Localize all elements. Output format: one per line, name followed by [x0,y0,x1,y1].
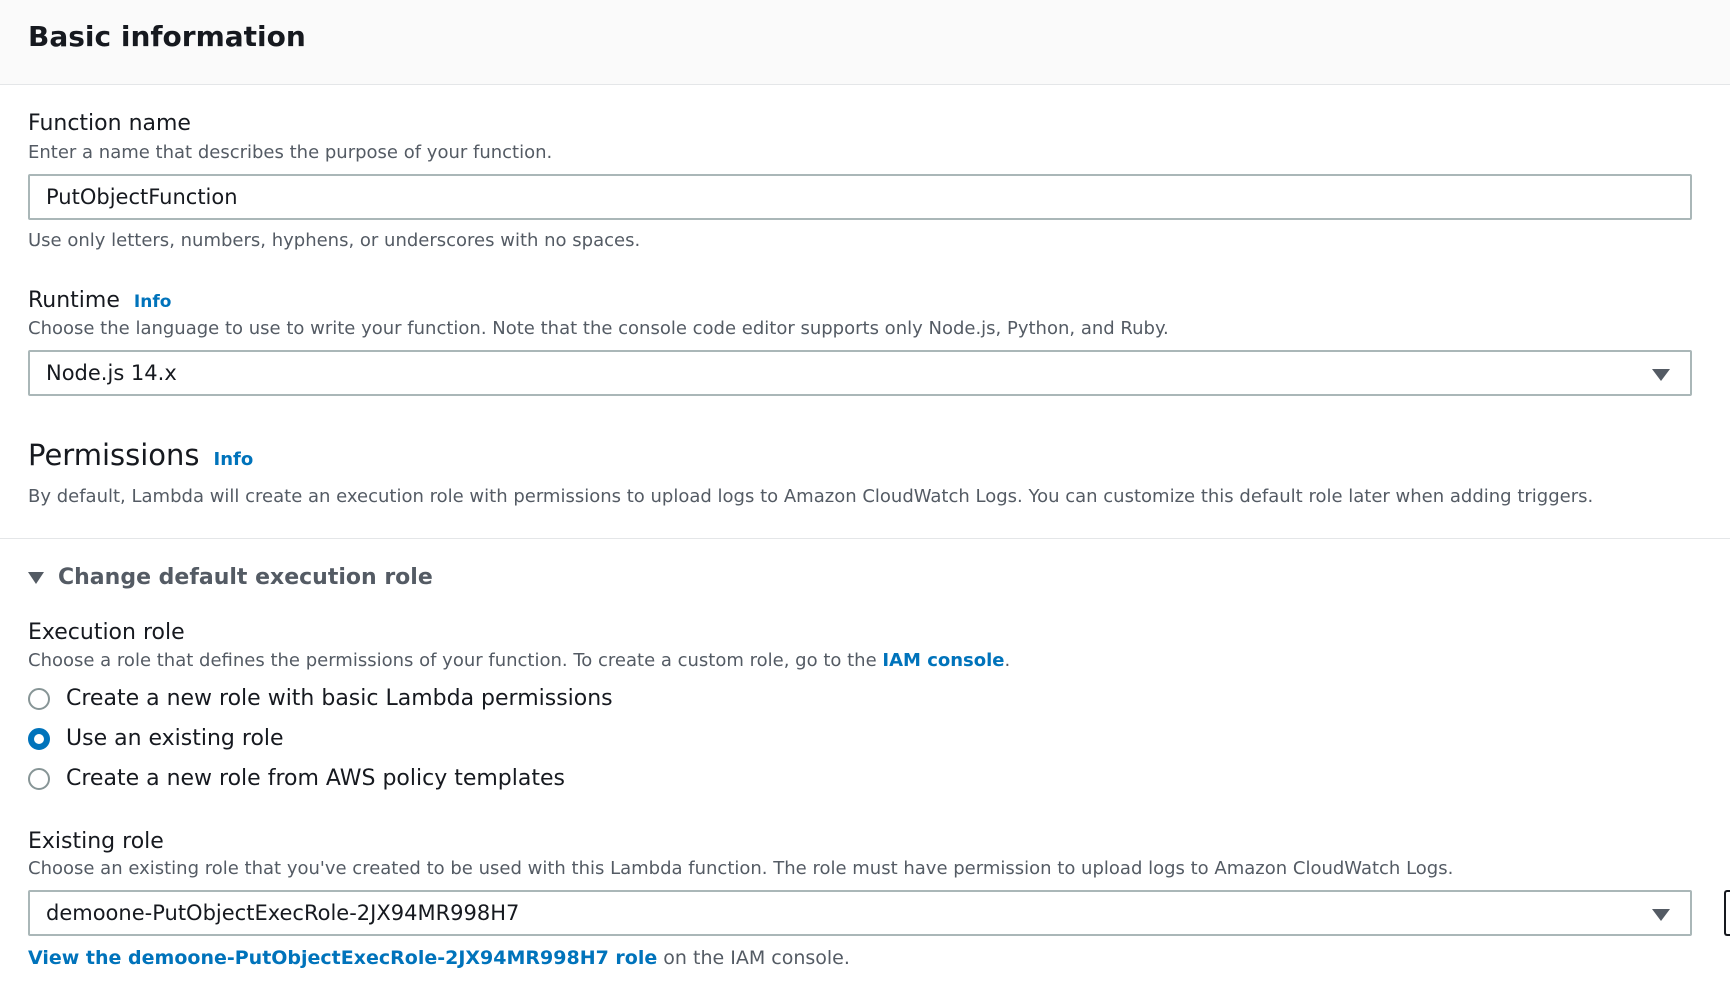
existing-role-label: Existing role [28,829,164,854]
function-name-field[interactable] [28,174,1692,220]
caret-down-icon [1652,369,1670,381]
runtime-selected-value: Node.js 14.x [46,361,177,385]
view-role-line: View the demoone-PutObjectExecRole-2JX94… [28,947,850,969]
change-role-label: Change default execution role [58,565,433,590]
radio-option-policy-templates[interactable]: Create a new role from AWS policy templa… [28,766,565,791]
caret-down-icon [28,571,44,584]
execution-role-description-text: Choose a role that defines the permissio… [28,650,883,671]
runtime-label-row: Runtime Info [28,288,171,313]
runtime-label: Runtime [28,288,120,313]
change-role-expander[interactable]: Change default execution role [28,565,433,590]
permissions-title-row: Permissions Info [28,438,253,472]
radio-label: Use an existing role [66,726,284,751]
radio-label: Create a new role from AWS policy templa… [66,766,565,791]
iam-console-link[interactable]: IAM console [882,650,1004,671]
existing-role-select[interactable]: demoone-PutObjectExecRole-2JX94MR998H7 [28,890,1692,936]
execution-role-description-end: . [1004,650,1011,671]
function-name-hint: Use only letters, numbers, hyphens, or u… [28,230,641,251]
radio-button[interactable] [28,687,50,710]
permissions-description: By default, Lambda will create an execut… [28,486,1594,507]
existing-role-selected-value: demoone-PutObjectExecRole-2JX94MR998H7 [46,901,520,925]
section-header: Basic information [0,0,1730,85]
function-name-input[interactable] [30,176,1690,218]
radio-button-checked[interactable] [28,727,50,750]
divider [0,538,1730,539]
section-title: Basic information [28,20,306,53]
runtime-select[interactable]: Node.js 14.x [28,350,1692,396]
refresh-button-edge[interactable] [1724,890,1730,936]
function-name-description: Enter a name that describes the purpose … [28,142,553,163]
view-role-link[interactable]: View the demoone-PutObjectExecRole-2JX94… [28,947,657,969]
radio-option-new-role[interactable]: Create a new role with basic Lambda perm… [28,686,613,711]
radio-option-existing-role[interactable]: Use an existing role [28,726,284,751]
execution-role-description: Choose a role that defines the permissio… [28,650,1010,671]
permissions-title: Permissions [28,438,200,472]
permissions-info-link[interactable]: Info [214,449,254,470]
runtime-info-link[interactable]: Info [134,292,172,312]
execution-role-label: Execution role [28,620,185,645]
function-name-label: Function name [28,111,191,136]
existing-role-description: Choose an existing role that you've crea… [28,858,1454,879]
radio-label: Create a new role with basic Lambda perm… [66,686,613,711]
runtime-description: Choose the language to use to write your… [28,318,1169,339]
view-role-suffix: on the IAM console. [657,947,850,969]
radio-button[interactable] [28,767,50,790]
caret-down-icon [1652,909,1670,921]
